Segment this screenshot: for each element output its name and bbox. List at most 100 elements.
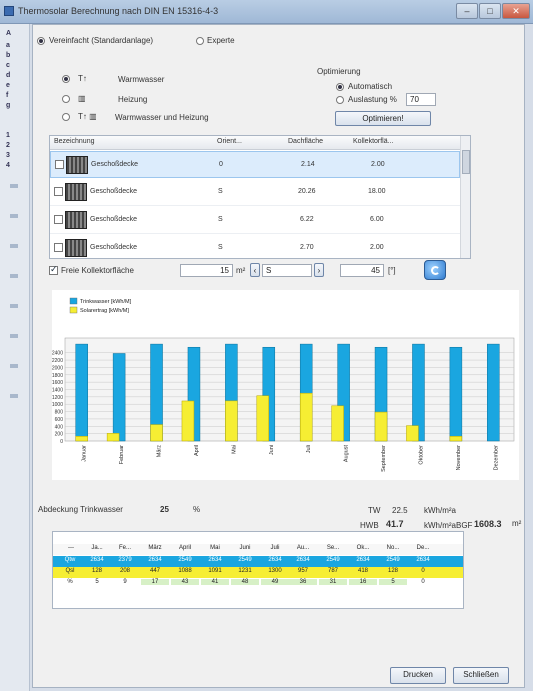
monthly-bar-chart: 0200 400600800 100012001400 16001800 2000220… [52, 297, 515, 472]
tilt-input[interactable]: 45 [340, 264, 384, 277]
monthly-header-cell: Juni [239, 545, 251, 551]
header-orientation[interactable]: Orient... [217, 138, 242, 145]
monthly-chart: 0 200 400 600 800 1000 1200 1400 1600 1800 2000 220… [52, 290, 519, 480]
orientation-next-button[interactable]: › [314, 263, 324, 277]
monthly-table-row[interactable]: Qtw 2634 2379 2634 2549 2634 2549 2634 2634 2549 2… [53, 556, 463, 567]
table-row[interactable]: Geschoßdecke 0 2.14 2.00 [50, 151, 460, 178]
usage-warmwater-radio[interactable] [62, 75, 70, 83]
monthly-header-cell: Mai [210, 545, 220, 551]
bar-trinkwasser [449, 346, 463, 442]
bar-solarertrag [225, 400, 238, 442]
side-toolbar: A a b c d e f g 1 2 3 4 [0, 24, 30, 691]
refresh-icon[interactable] [424, 260, 446, 280]
monthly-table: --- Ja... Fe... März April Mai Juni Juli Au... Se… [52, 531, 464, 609]
minimize-button[interactable]: – [456, 3, 478, 19]
row-checkbox[interactable] [55, 160, 64, 169]
side-tool[interactable] [10, 304, 18, 308]
table-row[interactable]: Geschoßdecke S 6.22 6.00 [50, 207, 460, 234]
side-letter[interactable]: a [6, 42, 22, 52]
monthly-table-row[interactable]: Qsl 128 208 447 1088 1091 1231 1300 957 787 418 128… [53, 567, 463, 578]
side-letter[interactable]: f [6, 92, 22, 102]
free-collector-label: Freie Kollektorfläche [61, 266, 134, 275]
y-tick-label: 200 [55, 432, 64, 438]
bar-trinkwasser [75, 343, 88, 442]
side-tool[interactable] [10, 184, 18, 188]
orientation-select[interactable]: S [262, 264, 312, 277]
print-button[interactable]: Drucken [390, 667, 446, 684]
side-letter[interactable]: 2 [6, 142, 22, 152]
side-tool[interactable] [10, 334, 18, 338]
row-name: Geschoßdecke [91, 161, 139, 168]
monthly-value-cell: 31 [319, 579, 347, 585]
free-collector-checkbox[interactable] [49, 264, 58, 275]
x-tick-label: Januar [82, 445, 88, 462]
side-letter[interactable]: 4 [6, 162, 22, 172]
side-tool[interactable] [10, 394, 18, 398]
side-letter[interactable]: 1 [6, 132, 22, 142]
free-collector-area-input[interactable]: 15 [180, 264, 233, 277]
side-tool[interactable] [10, 244, 18, 248]
row-checkbox[interactable] [54, 215, 63, 224]
side-letter[interactable]: e [6, 82, 22, 92]
side-tool[interactable] [10, 364, 18, 368]
optimization-util-radio[interactable] [336, 96, 344, 104]
close-button[interactable]: Schließen [453, 667, 509, 684]
row-checkbox[interactable] [54, 187, 63, 196]
x-tick-label: August [344, 445, 350, 463]
table-row[interactable]: Geschoßdecke S 2.70 2.00 [50, 235, 460, 258]
table-row[interactable]: Geschoßdecke S 20.26 18.00 [50, 179, 460, 206]
y-tick-label: 1200 [52, 395, 63, 401]
orientation-prev-button[interactable]: ‹ [250, 263, 260, 277]
side-letter[interactable]: g [6, 102, 22, 112]
side-letter[interactable]: A [6, 30, 22, 40]
monthly-row-label: Qsl [65, 568, 75, 574]
row-checkbox[interactable] [54, 243, 63, 252]
bar-solarertrag [256, 395, 270, 442]
side-tool[interactable] [10, 274, 18, 278]
side-letter[interactable]: c [6, 62, 22, 72]
bar-solarertrag [299, 392, 313, 442]
usage-warmwater-label: Warmwasser [118, 75, 165, 84]
monthly-table-header[interactable]: --- Ja... Fe... März April Mai Juni Juli Au... Se… [53, 544, 463, 555]
table-scrollbar[interactable] [460, 136, 470, 258]
monthly-header-cell: Au... [296, 545, 310, 551]
maximize-button[interactable]: □ [479, 3, 501, 19]
optimize-button[interactable]: Optimieren! [335, 111, 431, 126]
monthly-header-cell: Juli [270, 545, 280, 551]
y-tick-label: 2000 [52, 365, 63, 371]
optimization-auto-radio[interactable] [336, 83, 344, 91]
hwb-unit: kWh/m²a [424, 521, 456, 530]
monthly-value-cell: 5 [379, 579, 407, 585]
mode-simplified-radio[interactable] [37, 37, 45, 45]
monthly-value-cell: 447 [149, 568, 160, 574]
usage-both-radio[interactable] [62, 113, 70, 121]
usage-heating-radio[interactable] [62, 95, 70, 103]
monthly-table-row[interactable]: % 5 9 17 43 41 48 49 36 31 16 5 0 [53, 578, 463, 589]
optimization-util-input[interactable]: 70 [406, 93, 436, 106]
header-name[interactable]: Bezeichnung [54, 138, 94, 145]
bar-solarertrag [331, 405, 344, 442]
monthly-value-cell: 2634 [208, 557, 222, 563]
side-letter[interactable]: d [6, 72, 22, 82]
x-tick-label: Juni [269, 445, 275, 455]
y-tick-label: 800 [55, 410, 64, 416]
header-collector-area[interactable]: Kollektorflä... [353, 138, 393, 145]
window-right-edge [527, 24, 533, 691]
side-letter[interactable]: 3 [6, 152, 22, 162]
monthly-value-cell: 1088 [178, 568, 192, 574]
side-letter[interactable]: b [6, 52, 22, 62]
scrollbar-thumb[interactable] [462, 150, 470, 174]
optimization-util-label: Auslastung % [348, 95, 397, 104]
header-roof-area[interactable]: Dachfläche [288, 138, 323, 145]
x-tick-label: Februar [119, 445, 125, 464]
side-tool[interactable] [10, 214, 18, 218]
coverage-value: 25 [160, 505, 169, 514]
close-window-button[interactable]: ✕ [502, 3, 530, 19]
mode-expert-radio[interactable] [196, 37, 204, 45]
monthly-header-cell: Fe... [118, 545, 131, 551]
monthly-value-cell: 16 [349, 579, 377, 585]
monthly-value-cell: 957 [297, 568, 308, 574]
y-tick-label: 2400 [52, 351, 63, 357]
roof-thumbnail [65, 239, 87, 257]
monthly-value-cell: 2549 [386, 557, 400, 563]
